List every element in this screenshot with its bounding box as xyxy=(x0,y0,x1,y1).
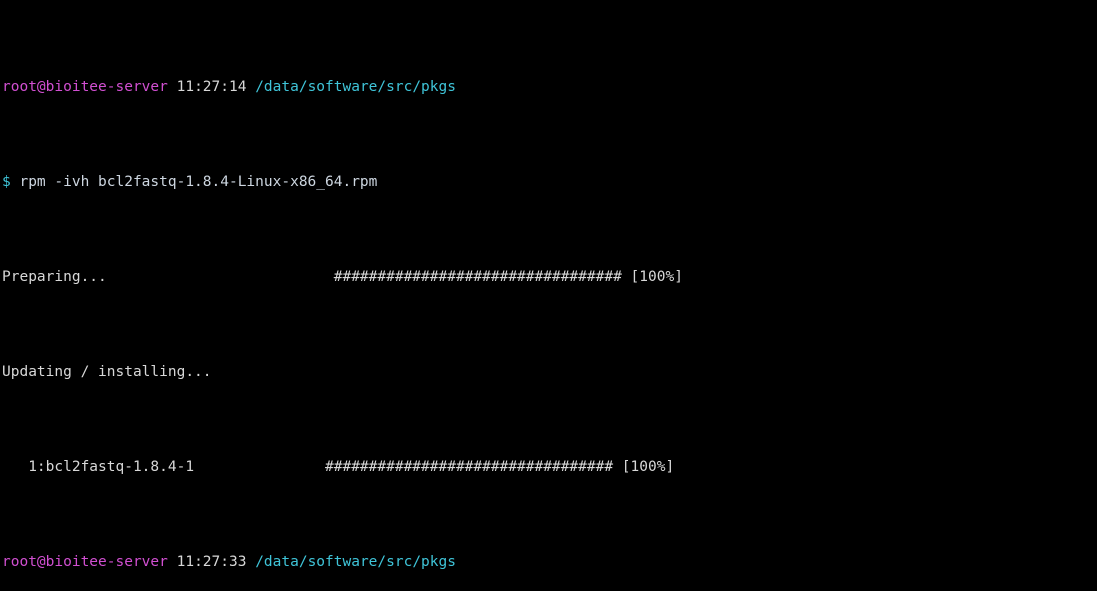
prompt-user-host: root@bioitee-server xyxy=(2,79,168,95)
command-line: $ rpm -ivh bcl2fastq-1.8.4-Linux-x86_64.… xyxy=(2,173,1097,192)
prompt-path: /data/software/src/pkgs xyxy=(255,79,456,95)
prompt-spacer xyxy=(246,554,255,570)
command-text: rpm -ivh bcl2fastq-1.8.4-Linux-x86_64.rp… xyxy=(10,174,378,190)
terminal-window[interactable]: root@bioitee-server 11:27:14 /data/softw… xyxy=(0,0,1097,591)
prompt-time: 11:27:33 xyxy=(176,554,247,570)
prompt-user-host: root@bioitee-server xyxy=(2,554,168,570)
prompt-spacer xyxy=(246,79,255,95)
output-line: Preparing... ###########################… xyxy=(2,269,683,285)
prompt-time: 11:27:14 xyxy=(176,79,247,95)
prompt-path: /data/software/src/pkgs xyxy=(255,554,456,570)
prompt-spacer xyxy=(168,554,177,570)
prompt-sigil: $ xyxy=(2,174,11,190)
prompt-line: root@bioitee-server 11:27:14 /data/softw… xyxy=(2,78,1097,97)
prompt-spacer xyxy=(168,79,177,95)
prompt-line: root@bioitee-server 11:27:33 /data/softw… xyxy=(2,553,1097,572)
output-line: 1:bcl2fastq-1.8.4-1 ####################… xyxy=(2,459,675,475)
output-line: Updating / installing... xyxy=(2,364,212,380)
